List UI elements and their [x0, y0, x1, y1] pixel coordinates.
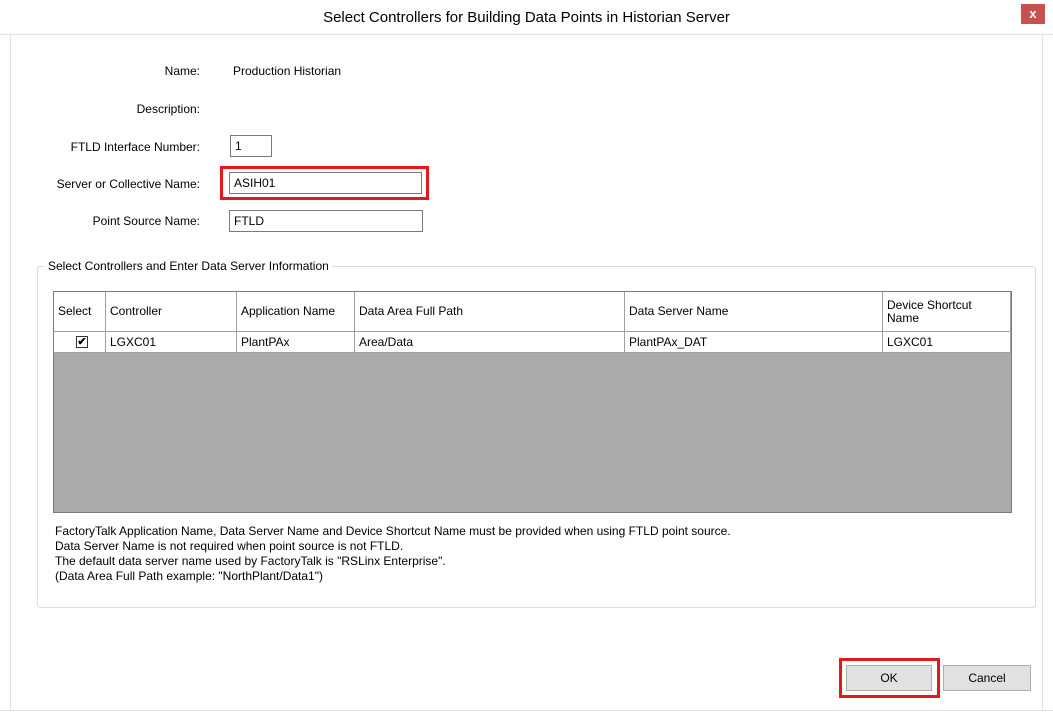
ftld-interface-input[interactable]: [230, 135, 272, 157]
left-border: [10, 34, 11, 710]
controller-cell[interactable]: LGXC01: [106, 332, 237, 353]
application-cell[interactable]: PlantPAx: [237, 332, 355, 353]
point-source-input[interactable]: [229, 210, 423, 232]
bottom-border: [0, 710, 1053, 711]
close-button[interactable]: x: [1021, 4, 1045, 24]
column-header-application[interactable]: Application Name: [237, 292, 355, 332]
server-cell[interactable]: PlantPAx_DAT: [625, 332, 883, 353]
column-header-server[interactable]: Data Server Name: [625, 292, 883, 332]
name-value: Production Historian: [233, 64, 342, 78]
cancel-button[interactable]: Cancel: [943, 665, 1031, 691]
controllers-grid[interactable]: Select Controller Application Name Data …: [53, 291, 1012, 513]
shortcut-cell[interactable]: LGXC01: [883, 332, 1011, 353]
dialog-window: Select Controllers for Building Data Poi…: [0, 0, 1053, 717]
column-header-path[interactable]: Data Area Full Path: [355, 292, 625, 332]
controllers-group-title: Select Controllers and Enter Data Server…: [45, 259, 332, 273]
column-header-shortcut[interactable]: Device Shortcut Name: [883, 292, 1011, 332]
point-source-label: Point Source Name:: [92, 214, 200, 228]
window-title: Select Controllers for Building Data Poi…: [323, 9, 730, 26]
table-row[interactable]: ✔: [54, 332, 106, 353]
note-line: FactoryTalk Application Name, Data Serve…: [55, 524, 731, 538]
right-border: [1042, 34, 1043, 710]
column-header-controller[interactable]: Controller: [106, 292, 237, 332]
title-bar: Select Controllers for Building Data Poi…: [0, 0, 1053, 35]
description-label: Description:: [136, 102, 200, 116]
note-line: (Data Area Full Path example: "NorthPlan…: [55, 569, 323, 583]
ok-button-highlight: [839, 658, 940, 698]
name-label: Name:: [164, 64, 200, 78]
note-line: Data Server Name is not required when po…: [55, 539, 404, 553]
select-checkbox[interactable]: ✔: [76, 336, 88, 348]
server-name-label: Server or Collective Name:: [56, 177, 200, 191]
column-header-select[interactable]: Select: [54, 292, 106, 332]
note-line: The default data server name used by Fac…: [55, 554, 446, 568]
ftld-interface-label: FTLD Interface Number:: [70, 140, 200, 154]
server-name-highlight: [220, 166, 429, 200]
path-cell[interactable]: Area/Data: [355, 332, 625, 353]
